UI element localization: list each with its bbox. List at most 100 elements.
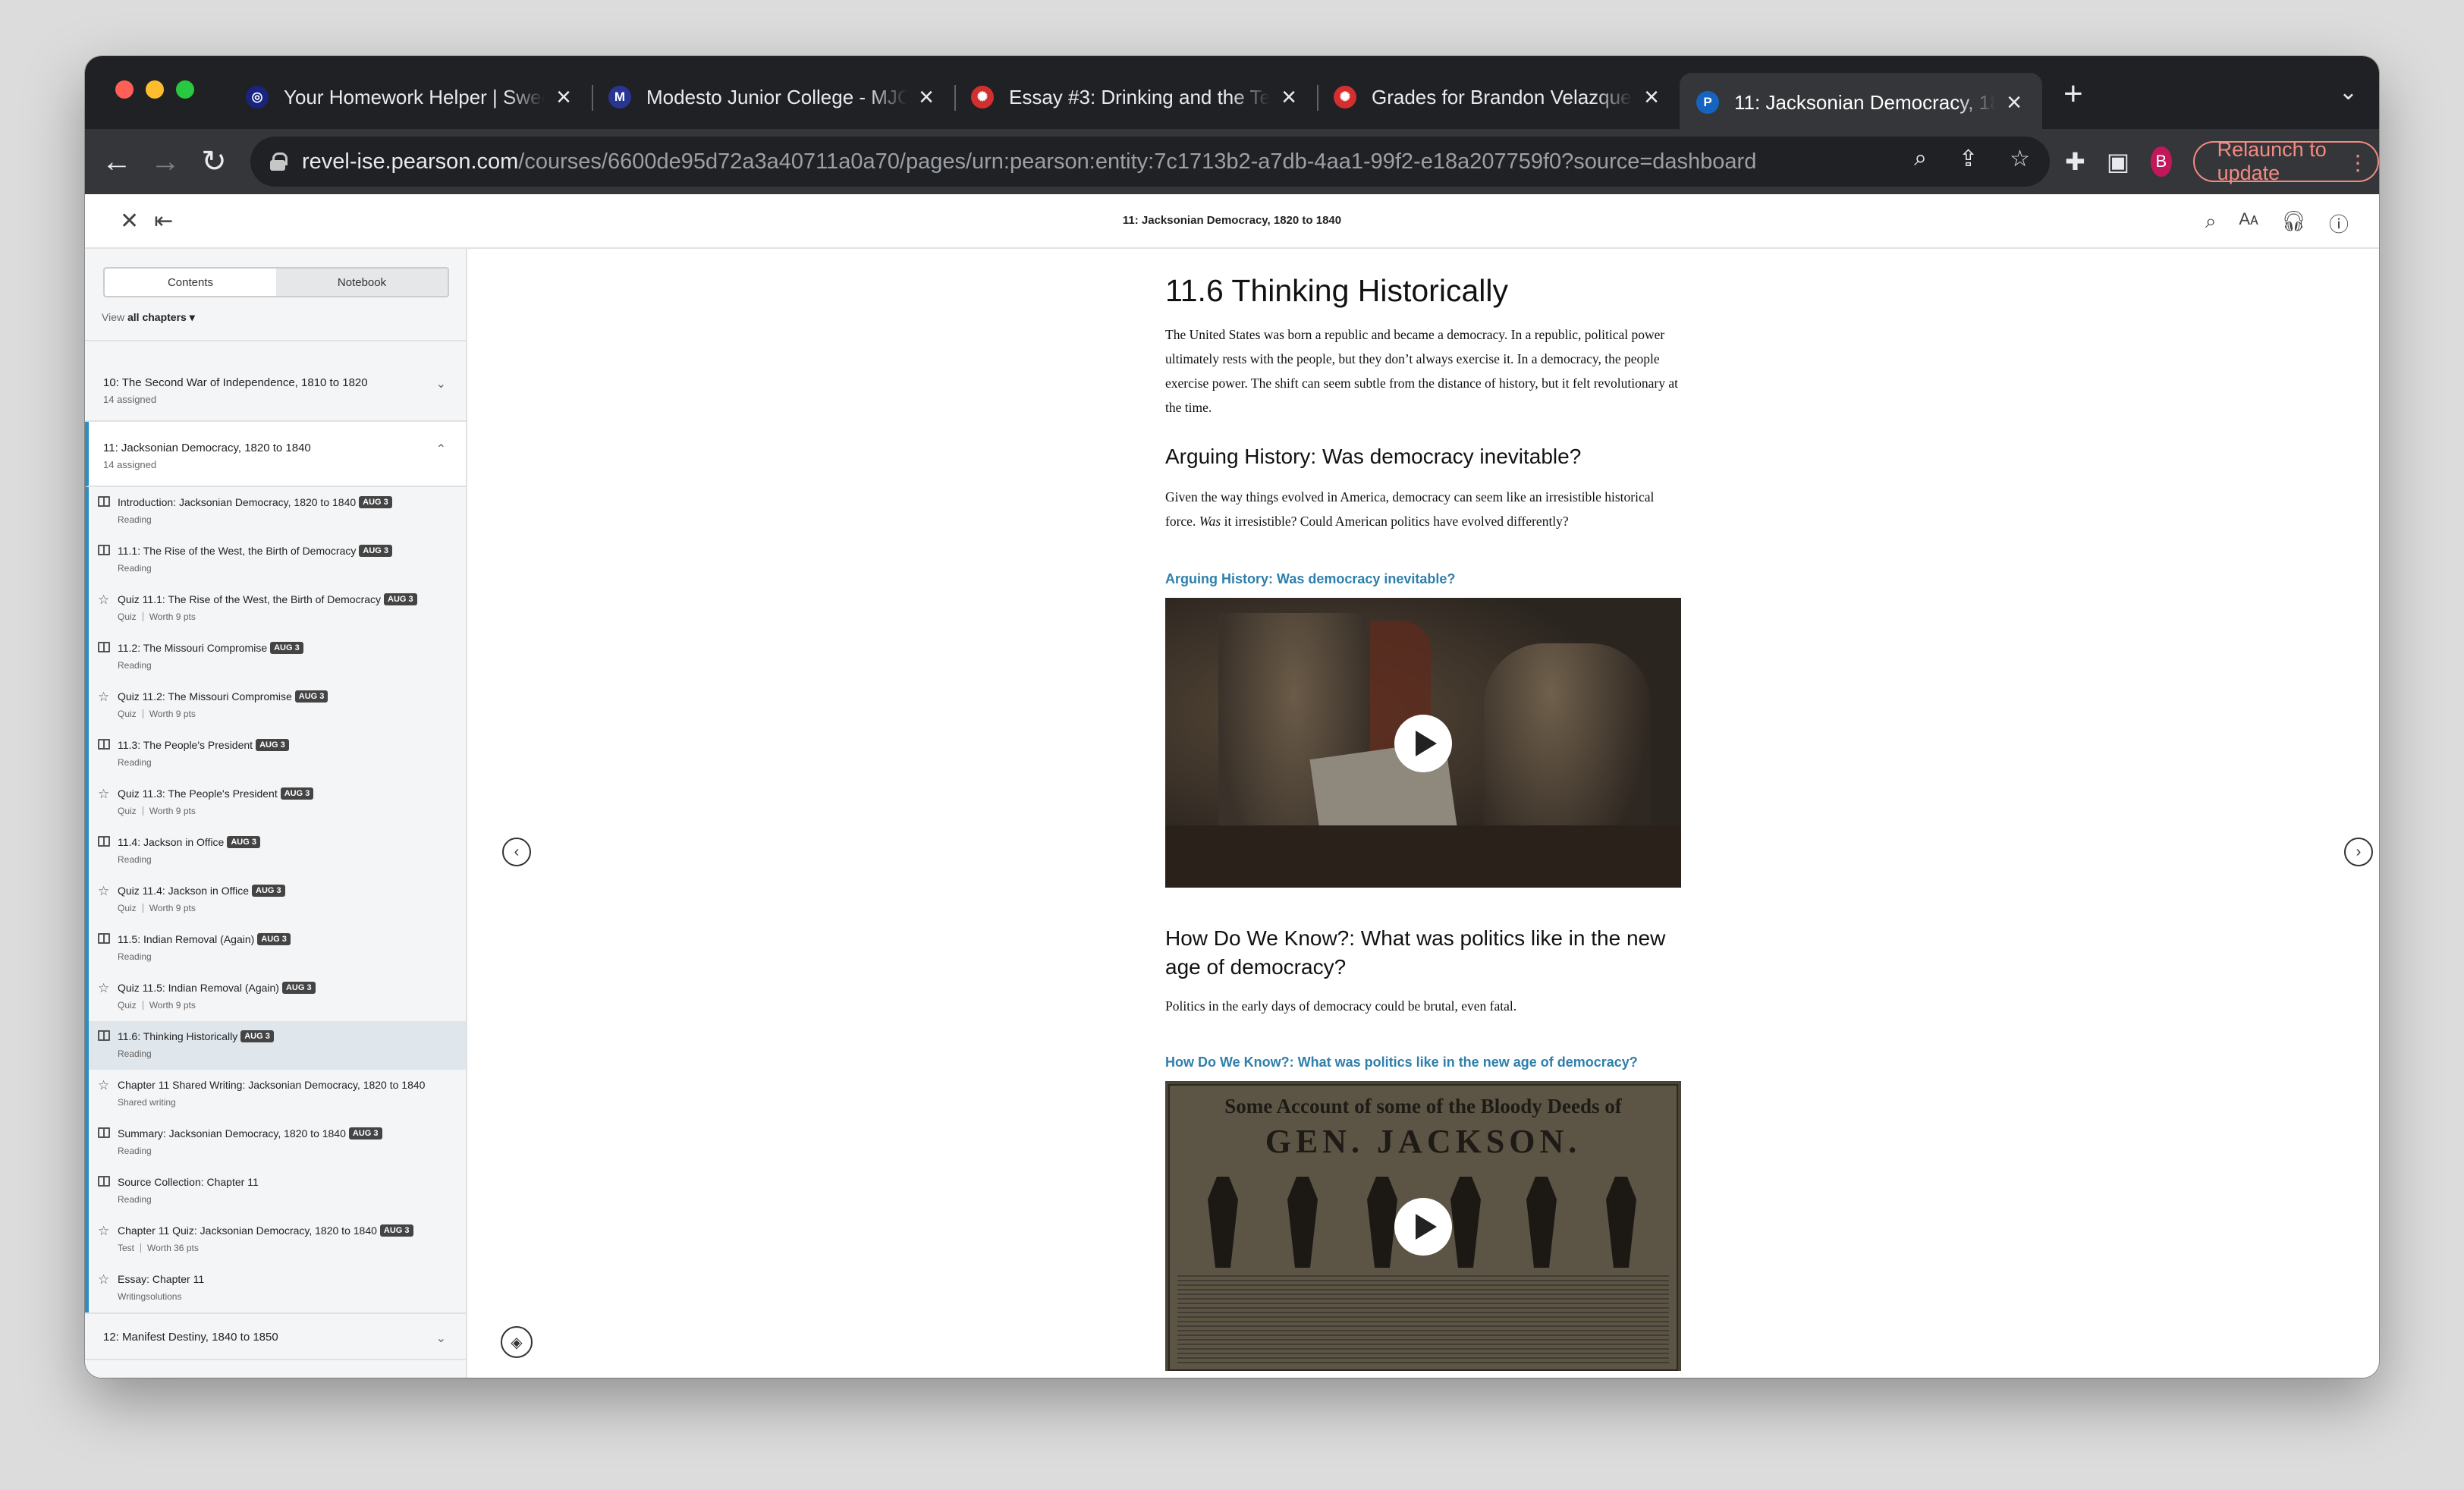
toc-item[interactable]: 11.1: The Rise of the West, the Birth of… [89,536,466,584]
toc-item[interactable]: 11.5: Indian Removal (Again) AUG 3 Reading [89,924,466,973]
toc-item[interactable]: Introduction: Jacksonian Democracy, 1820… [89,487,466,536]
more-menu-icon[interactable]: ⋮ [2347,150,2368,175]
book-icon [98,739,111,752]
toc-item[interactable]: ☆ Chapter 11 Shared Writing: Jacksonian D… [89,1070,466,1118]
url-text[interactable]: revel-ise.pearson.com/courses/6600de95d7… [302,149,1756,174]
toc-item[interactable]: ☆ Quiz 11.1: The Rise of the West, the Bi… [89,584,466,633]
close-tab-icon[interactable]: × [915,84,938,110]
reader-main: ‹ › ◈ 11.6 Thinking Historically The Uni… [469,250,2379,1378]
video-1-player[interactable] [1165,598,1681,888]
toc-item[interactable]: 11.2: The Missouri Compromise AUG 3 Readin… [89,633,466,681]
due-date-badge: AUG 3 [257,933,291,945]
browser-tabs: ◎ Your Homework Helper | Sweet × M Modesto J… [229,70,2042,132]
toc-item-title: Quiz 11.2: The Missouri Compromise [118,690,292,703]
search-icon[interactable]: ⌕ [2205,209,2217,237]
due-date-badge: AUG 3 [359,496,392,508]
toc-item-type: Shared writing [118,1097,176,1108]
toc-item-title: Source Collection: Chapter 11 [118,1176,259,1188]
browser-tab[interactable]: ✺ Grades for Brandon Velazquez × [1317,73,1680,121]
chapter-11[interactable]: 11: Jacksonian Democracy, 1820 to 1840 1… [85,422,466,487]
chevron-down-icon[interactable]: ⌄ [436,1331,446,1346]
play-icon[interactable] [1394,715,1452,772]
toc-item-type: Quiz [118,806,137,816]
tab-search-chevron-icon[interactable]: ⌄ [2339,79,2358,105]
share-icon[interactable]: ⇪ [1959,146,1978,172]
toc-item-title: 11.3: The People's President [118,739,253,751]
toc-item[interactable]: 11.4: Jackson in Office AUG 3 Reading [89,827,466,875]
relaunch-to-update-button[interactable]: Relaunch to update ⋮ [2192,138,2379,184]
side-panel-icon[interactable]: ▣ [2107,147,2129,176]
back-button[interactable]: ← [93,145,141,179]
browser-tab[interactable]: P 11: Jacksonian Democracy, 182 × [1680,73,2042,132]
browser-tab[interactable]: ◎ Your Homework Helper | Sweet × [229,73,592,121]
close-tab-icon[interactable]: × [552,84,575,110]
profile-avatar[interactable]: B [2151,146,2172,177]
audio-headphones-icon[interactable]: 🎧︎ [2281,209,2306,237]
tab-notebook[interactable]: Notebook [276,269,448,296]
toc-item[interactable]: 11.6: Thinking Historically AUG 3 Reading [89,1021,466,1070]
chapter-12[interactable]: 12: Manifest Destiny, 1840 to 1850 ⌄ [85,1312,466,1360]
tab-strip: ◎ Your Homework Helper | Sweet × M Modesto J… [85,56,2379,132]
close-window-button[interactable] [115,80,134,99]
coffin-icon [1526,1177,1557,1268]
extensions-puzzle-icon[interactable]: ✚ [2065,147,2085,176]
toc-item[interactable]: 11.3: The People's President AUG 3 Reading [89,730,466,778]
toc-item-type: Test [118,1243,135,1253]
help-icon[interactable]: ⓘ [2329,209,2349,237]
browser-tab[interactable]: ✺ Essay #3: Drinking and the Ten × [954,73,1317,121]
toc-item-title: 11.5: Indian Removal (Again) [118,933,255,945]
previous-page-button[interactable]: ‹ [502,838,531,866]
address-bar[interactable]: revel-ise.pearson.com/courses/6600de95d7… [250,137,2050,187]
toc-item-type: Writingsolutions [118,1291,182,1302]
toc-item[interactable]: ☆ Essay: Chapter 11 Writingsolutions [89,1264,466,1312]
chevron-up-icon[interactable]: ⌃ [436,442,446,457]
how-do-we-know-heading: How Do We Know?: What was politics like … [1165,926,1666,979]
toc-item[interactable]: Source Collection: Chapter 11 Reading [89,1167,466,1215]
maximize-window-button[interactable] [176,80,194,99]
intro-paragraph: The United States was born a republic an… [1165,327,1678,415]
text-settings-icon[interactable]: Aᴀ [2239,209,2258,237]
close-tab-icon[interactable]: × [1640,84,1663,110]
toc-item[interactable]: ☆ Quiz 11.2: The Missouri Compromise AUG 3… [89,681,466,730]
toc-item-title: Quiz 11.1: The Rise of the West, the Bir… [118,593,382,605]
forward-button[interactable]: → [141,145,190,179]
toc-item-title: 11.1: The Rise of the West, the Birth of… [118,545,357,557]
star-icon: ☆ [98,884,110,898]
toc-item[interactable]: ☆ Chapter 11 Quiz: Jacksonian Democracy, … [89,1215,466,1264]
view-filter[interactable]: View all chapters ▾ [102,311,195,324]
zoom-search-icon[interactable]: ⌕ [1914,146,1927,172]
close-tab-icon[interactable]: × [1278,84,1300,110]
new-tab-button[interactable]: + [2063,77,2083,111]
toc-item[interactable]: ☆ Quiz 11.3: The People's President AUG 3 Q… [89,778,466,827]
reload-button[interactable]: ↻ [190,144,238,179]
view-filter-value[interactable]: all chapters ▾ [127,311,195,323]
chevron-down-icon[interactable]: ⌄ [436,376,446,391]
item-points: Worth 9 pts [149,611,196,622]
play-icon[interactable] [1394,1198,1452,1256]
toc-item[interactable]: Summary: Jacksonian Democracy, 1820 to 1… [89,1118,466,1167]
chapter-10[interactable]: 10: The Second War of Independence, 1810… [85,341,466,422]
due-date-badge: AUG 3 [240,1030,274,1042]
chapter-11-items: Introduction: Jacksonian Democracy, 1820… [85,487,466,1312]
video-2-player[interactable]: Some Account of some of the Bloody Deeds… [1165,1081,1681,1371]
lock-icon[interactable] [270,152,288,171]
book-icon [98,933,111,946]
tab-title: 11: Jacksonian Democracy, 182 [1734,90,1995,114]
study-tools-icon[interactable]: ◈ [501,1326,533,1358]
bookmark-star-icon[interactable]: ☆ [2010,146,2030,172]
star-icon: ☆ [98,690,110,704]
toc-item-type: Quiz [118,611,137,622]
arguing-history-heading: Arguing History: Was democracy inevitabl… [1165,445,1582,468]
due-date-badge: AUG 3 [256,739,289,751]
tab-contents[interactable]: Contents [105,269,276,296]
browser-tab[interactable]: M Modesto Junior College - MJC × [592,73,954,121]
toc-item[interactable]: ☆ Quiz 11.4: Jackson in Office AUG 3 Quiz Wo… [89,875,466,924]
due-date-badge: AUG 3 [379,1224,413,1237]
toc-item-title: Chapter 11 Shared Writing: Jacksonian De… [118,1079,426,1091]
close-tab-icon[interactable]: × [2003,90,2026,115]
toc-item[interactable]: ☆ Quiz 11.5: Indian Removal (Again) AUG 3 Q… [89,973,466,1021]
view-filter-label: View [102,311,125,323]
next-page-button[interactable]: › [2344,838,2373,866]
tab-title: Modesto Junior College - MJC [646,85,907,108]
minimize-window-button[interactable] [146,80,164,99]
